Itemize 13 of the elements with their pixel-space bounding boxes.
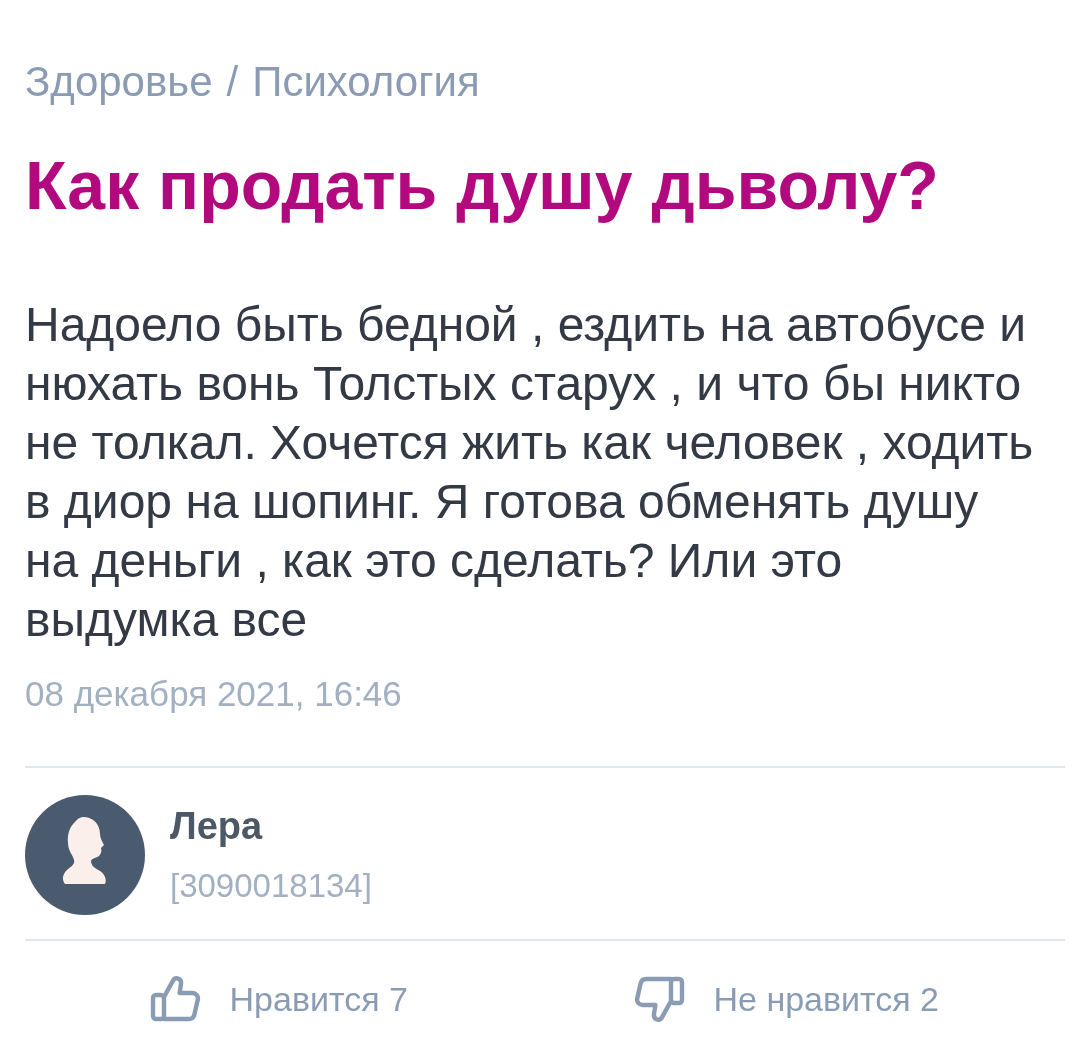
thumbs-up-icon: [149, 975, 202, 1023]
user-avatar-icon[interactable]: [25, 795, 145, 915]
breadcrumb-link[interactable]: Здоровье: [25, 57, 213, 107]
thumbs-down-icon: [633, 975, 686, 1023]
author-name[interactable]: Лера: [170, 804, 372, 848]
breadcrumb-separator: /: [226, 57, 239, 107]
dislike-button[interactable]: Не нравится 2: [633, 975, 939, 1023]
author-id: [3090018134]: [170, 866, 372, 906]
question-text: Надоело быть бедной , ездить на автобусе и нюхать вонь Толстых старух , и что бы никто не толкал. Хочется жить как человек , ходить в диор на шопинг. Я готова обменять душу на деньги , как это сделать? Или это выдумка все: [25, 297, 1035, 648]
breadcrumb-link[interactable]: Психология: [252, 57, 480, 107]
question-title: Как продать душу дьволу?: [25, 146, 940, 225]
question-date: 08 декабря 2021, 16:46: [25, 674, 403, 714]
like-button[interactable]: Нравится 7: [149, 975, 408, 1023]
